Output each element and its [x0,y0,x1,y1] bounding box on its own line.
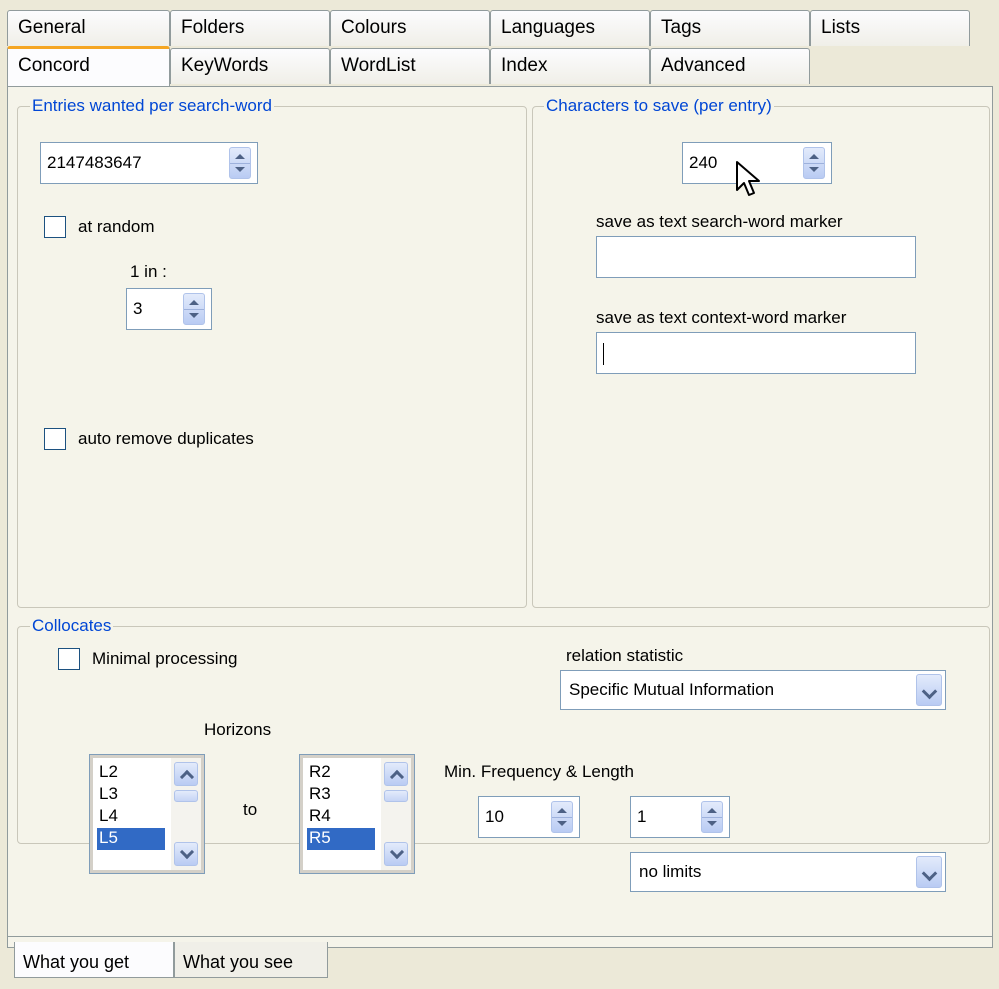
chevron-down-icon[interactable] [916,856,942,888]
tab-tags[interactable]: Tags [650,10,810,46]
scroll-up-icon[interactable] [384,762,408,786]
min-frequency-spinner[interactable]: 10 [478,796,580,838]
at-random-checkbox[interactable] [44,216,66,238]
relation-statistic-value: Specific Mutual Information [569,680,775,699]
list-item[interactable]: R2 [307,762,375,784]
to-label: to [243,800,258,819]
tab-concord[interactable]: Concord [7,46,170,86]
length-spinner[interactable]: 1 [630,796,730,838]
auto-remove-duplicates-label: auto remove duplicates [78,429,254,448]
list-item-selected[interactable]: R5 [307,828,375,850]
tab-advanced[interactable]: Advanced [650,48,810,84]
divider [7,936,993,937]
scroll-thumb[interactable] [174,790,198,802]
length-value: 1 [637,807,647,826]
characters-legend: Characters to save (per entry) [544,96,774,116]
relation-statistic-label: relation statistic [566,646,684,665]
search-word-marker-label: save as text search-word marker [596,212,843,231]
characters-value: 240 [689,153,718,172]
one-in-value: 3 [133,299,143,318]
tab-what-you-get[interactable]: What you get [14,942,174,978]
auto-remove-duplicates-checkbox[interactable] [44,428,66,450]
tab-general[interactable]: General [7,10,170,46]
tab-wordlist[interactable]: WordList [330,48,490,84]
spin-arrows-icon[interactable] [701,801,723,833]
scrollbar[interactable] [381,758,411,870]
list-item[interactable]: L2 [97,762,165,784]
scrollbar[interactable] [171,758,201,870]
context-word-marker-input[interactable] [596,332,916,374]
tab-index[interactable]: Index [490,48,650,84]
list-item[interactable]: R4 [307,806,375,828]
min-frequency-length-label: Min. Frequency & Length [444,762,634,781]
text-caret [603,343,604,365]
entries-value: 2147483647 [47,153,142,172]
list-item[interactable]: L4 [97,806,165,828]
tab-colours[interactable]: Colours [330,10,490,46]
spin-arrows-icon[interactable] [551,801,573,833]
min-frequency-value: 10 [485,807,504,826]
list-item[interactable]: R3 [307,784,375,806]
horizons-label: Horizons [204,720,272,739]
tab-folders[interactable]: Folders [170,10,330,46]
left-horizon-list[interactable]: L2 L3 L4 L5 [89,754,205,874]
minimal-processing-checkbox[interactable] [58,648,80,670]
one-in-spinner[interactable]: 3 [126,288,212,330]
entries-spinner[interactable]: 2147483647 [40,142,258,184]
scroll-up-icon[interactable] [174,762,198,786]
relation-statistic-select[interactable]: Specific Mutual Information [560,670,946,710]
search-word-marker-input[interactable] [596,236,916,278]
tab-keywords[interactable]: KeyWords [170,48,330,84]
context-word-marker-label: save as text context-word marker [596,308,847,327]
tab-what-you-see[interactable]: What you see [174,942,328,978]
spin-arrows-icon[interactable] [229,147,251,179]
limits-value: no limits [639,862,702,881]
tab-lists[interactable]: Lists [810,10,970,46]
one-in-label: 1 in : [130,262,167,281]
spin-arrows-icon[interactable] [803,147,825,179]
mouse-cursor-icon [736,161,760,196]
list-item-selected[interactable]: L5 [97,828,165,850]
tab-languages[interactable]: Languages [490,10,650,46]
entries-legend: Entries wanted per search-word [30,96,275,116]
limits-select[interactable]: no limits [630,852,946,892]
list-item[interactable]: L3 [97,784,165,806]
scroll-thumb[interactable] [384,790,408,802]
chevron-down-icon[interactable] [916,674,942,706]
right-horizon-list[interactable]: R2 R3 R4 R5 [299,754,415,874]
minimal-processing-label: Minimal processing [92,649,238,668]
spin-arrows-icon[interactable] [183,293,205,325]
at-random-label: at random [78,217,155,236]
scroll-down-icon[interactable] [174,842,198,866]
collocates-legend: Collocates [30,616,114,636]
scroll-down-icon[interactable] [384,842,408,866]
